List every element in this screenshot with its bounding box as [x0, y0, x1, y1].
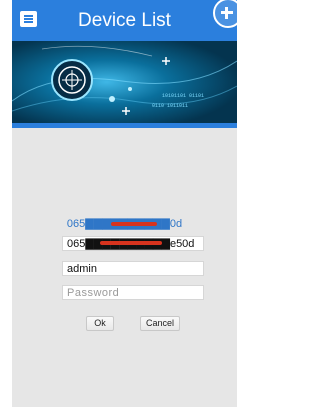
password-placeholder: Password [67, 287, 120, 299]
cancel-button[interactable]: Cancel [140, 316, 180, 331]
page-title: Device List [78, 10, 171, 31]
camera-lens-graphic: 10101101 01101 0110 1011011 [12, 41, 237, 123]
password-field[interactable]: Password [62, 285, 204, 300]
svg-text:0110 1011011: 0110 1011011 [152, 103, 188, 109]
banner-divider [12, 123, 237, 128]
title-bar: Device List [12, 0, 237, 41]
banner-image: 10101101 01101 0110 1011011 [12, 41, 237, 123]
username-value: admin [67, 263, 97, 275]
redaction-mark [100, 241, 162, 245]
add-device-icon[interactable] [213, 0, 237, 28]
redaction-mark [111, 222, 157, 226]
device-list-screen: Device List 10101101 01101 0110 1011011 … [12, 0, 237, 407]
username-field[interactable]: admin [62, 261, 204, 276]
svg-text:10101101 01101: 10101101 01101 [162, 93, 204, 99]
ok-button[interactable]: Ok [86, 316, 114, 331]
